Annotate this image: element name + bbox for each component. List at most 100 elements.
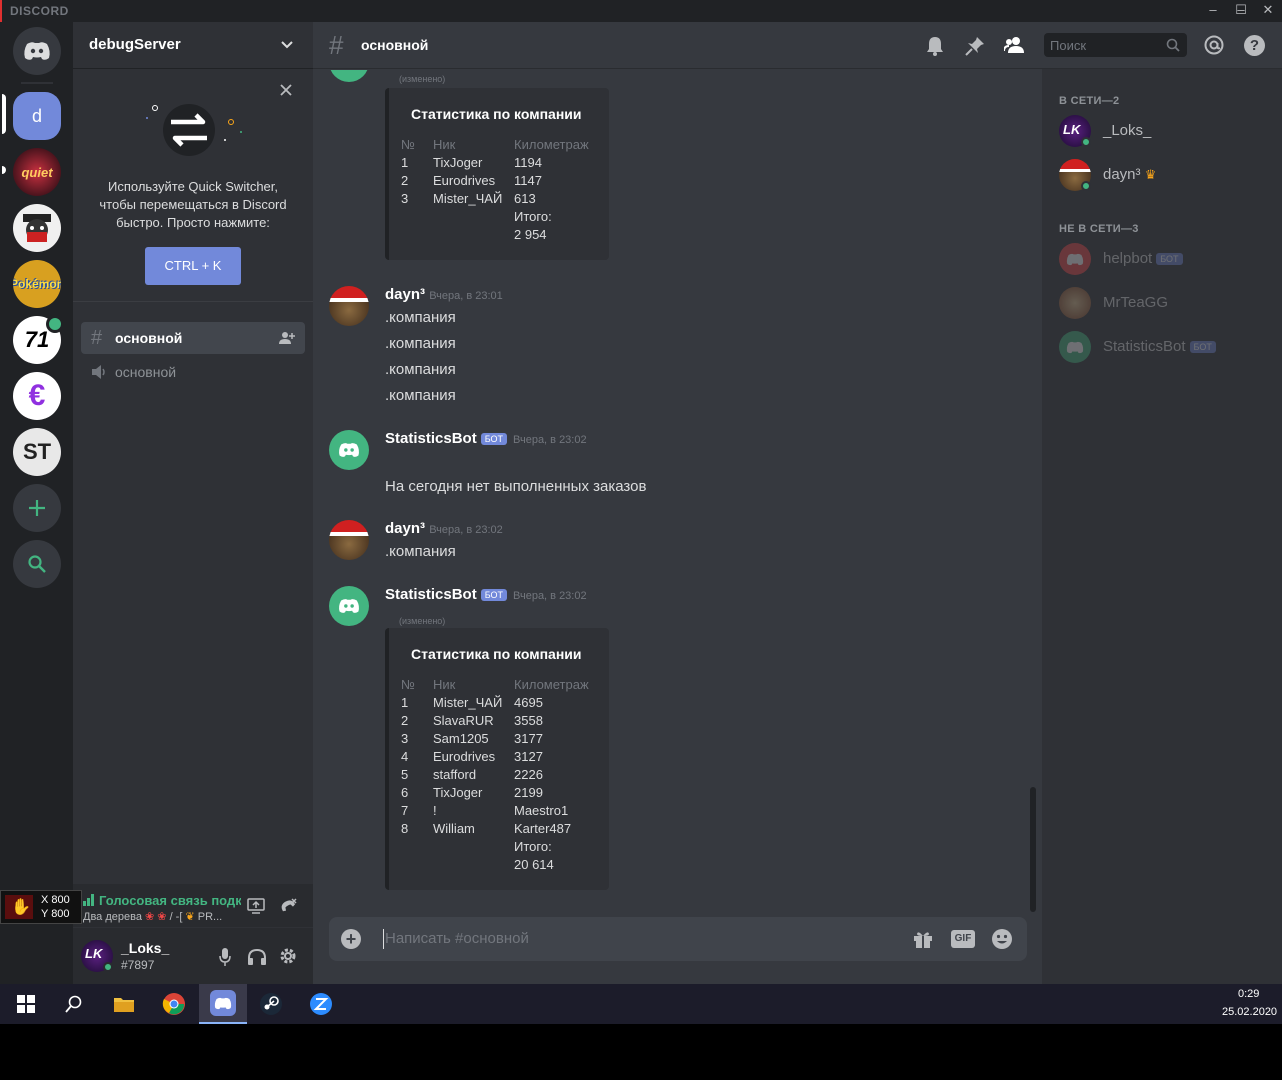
taskbar-search-button[interactable]	[50, 984, 98, 1024]
channel-voice-osnovnoy[interactable]: основной	[81, 356, 305, 388]
folder-icon	[114, 998, 134, 1012]
chrome-button[interactable]	[150, 984, 198, 1024]
message-author[interactable]: StatisticsBot БОТ Вчера, в 23:02	[385, 586, 587, 603]
channel-header: # основной Поиск ?	[313, 22, 1282, 69]
search-icon	[1166, 38, 1180, 52]
voice-channel-detail: Два дерева ❀ ❀ / -[ ❦ PR...	[83, 911, 223, 923]
member-name: _Loks_	[1103, 122, 1152, 139]
bot-avatar[interactable]	[329, 70, 369, 82]
message-text: .компания	[385, 361, 456, 378]
help-icon[interactable]: ?	[1244, 35, 1265, 56]
zoom-app-button[interactable]	[297, 984, 345, 1024]
discord-taskbar-button[interactable]	[199, 984, 247, 1024]
guild-debugserver[interactable]: d	[13, 92, 61, 140]
maximize-button[interactable]: ☐	[1227, 0, 1255, 22]
search-input[interactable]: Поиск	[1044, 33, 1187, 57]
gift-icon[interactable]	[913, 929, 933, 949]
message-list: (изменено) Статистика по компании № 1 2 …	[313, 70, 1042, 910]
pin-icon[interactable]	[965, 36, 985, 56]
unread-pill	[2, 166, 6, 174]
overlay-x: X 800	[41, 894, 70, 906]
active-guild-pill	[2, 94, 6, 134]
mentions-icon[interactable]	[1204, 35, 1224, 55]
channel-label: основной	[115, 364, 177, 380]
voice-activity-icon	[46, 315, 64, 333]
add-server-button[interactable]	[13, 484, 61, 532]
file-explorer-button[interactable]	[100, 984, 148, 1024]
channel-text-osnovnoy[interactable]: # основной	[81, 322, 305, 354]
member-name: StatisticsBot БОТ	[1103, 338, 1216, 355]
server-header[interactable]: debugServer	[73, 22, 313, 69]
add-member-icon[interactable]	[279, 331, 295, 345]
close-icon[interactable]	[280, 84, 292, 96]
disconnect-icon[interactable]	[279, 898, 297, 914]
member-item[interactable]: LK _Loks_	[1059, 113, 1279, 149]
quick-switcher-panel: Используйте Quick Switcher, чтобы переме…	[73, 70, 313, 302]
headphones-icon[interactable]	[247, 948, 267, 966]
avatar[interactable]	[329, 520, 369, 560]
member-item[interactable]: MrTeaGG	[1059, 285, 1279, 321]
timestamp: Вчера, в 23:01	[429, 290, 503, 302]
member-item[interactable]: helpbot БОТ	[1059, 241, 1279, 277]
online-status-icon	[1081, 181, 1091, 191]
avatar[interactable]	[329, 430, 369, 470]
online-status-icon	[1081, 137, 1091, 147]
offline-header: НЕ В СЕТИ—3	[1059, 223, 1139, 235]
avatar	[1059, 243, 1091, 275]
guild-st[interactable]: ST	[13, 428, 61, 476]
member-name: dayn³ ♛	[1103, 166, 1157, 183]
avatar[interactable]	[329, 286, 369, 326]
clock-time[interactable]: 0:29	[1238, 988, 1259, 1000]
minimize-button-2[interactable]: –	[1199, 0, 1227, 22]
message-text: .компания	[385, 543, 456, 560]
embed-title: Статистика по компании	[411, 106, 582, 122]
quick-switcher-illustration-icon	[146, 104, 242, 156]
emoji-icon[interactable]	[991, 928, 1013, 950]
member-item[interactable]: dayn³ ♛	[1059, 157, 1279, 193]
member-name: MrTeaGG	[1103, 294, 1169, 311]
plus-icon	[29, 500, 45, 516]
quick-switcher-text: Используйте Quick Switcher, чтобы переме…	[99, 179, 287, 230]
embed-col-nick: Ник TixJoger Eurodrives Mister_ЧАЙ	[433, 137, 503, 206]
guild-bandit[interactable]	[13, 204, 61, 252]
guild-quiet[interactable]: quiet	[13, 148, 61, 196]
discord-logo-icon	[339, 599, 359, 613]
close-window-button[interactable]: ✕	[1254, 0, 1282, 22]
stats-embed: Статистика по компании № 1 2 3 4 5 6 7 8…	[385, 628, 609, 890]
home-button[interactable]	[13, 27, 61, 75]
message: dayn³ Вчера, в 23:02 .компания	[329, 520, 1019, 570]
hashtag-icon: #	[329, 30, 344, 60]
start-button[interactable]	[2, 984, 50, 1024]
upload-plus-icon[interactable]: +	[341, 929, 361, 949]
bell-icon[interactable]	[926, 36, 944, 56]
member-name: helpbot БОТ	[1103, 250, 1183, 267]
guild-euro[interactable]: €	[13, 372, 61, 420]
steam-button[interactable]	[247, 984, 295, 1024]
microphone-icon[interactable]	[219, 948, 231, 966]
guild-pokemon[interactable]: Pokémon	[13, 260, 61, 308]
avatar[interactable]	[329, 586, 369, 626]
member-list-icon[interactable]	[1004, 36, 1026, 54]
message-author[interactable]: dayn³ Вчера, в 23:02	[385, 520, 503, 537]
settings-gear-icon[interactable]	[279, 947, 297, 965]
bot-badge: БОТ	[1189, 341, 1216, 354]
app-icon	[310, 993, 332, 1015]
message-input[interactable]: Написать #основной	[381, 917, 881, 961]
bot-badge: БОТ	[480, 433, 507, 446]
discord-logo-icon	[24, 42, 50, 60]
member-item[interactable]: StatisticsBot БОТ	[1059, 329, 1279, 365]
channel-sidebar: debugServer Используйте Quick Switcher, …	[73, 22, 313, 984]
message-author[interactable]: dayn³ Вчера, в 23:01	[385, 286, 503, 303]
screen-share-icon[interactable]	[247, 898, 265, 914]
embed-col-km: Километраж 1194 1147 613 Итого: 2 954	[514, 137, 589, 242]
explore-servers-button[interactable]	[13, 540, 61, 588]
online-header: В СЕТИ—2	[1059, 95, 1120, 107]
message: dayn³ Вчера, в 23:01 .компания .компания…	[329, 286, 1019, 406]
chat-area: # основной Поиск ? (изменено) Статистика…	[313, 22, 1282, 984]
ctrl-k-button[interactable]: CTRL + K	[145, 247, 241, 285]
window-accent	[0, 0, 2, 22]
scrollbar[interactable]	[1030, 787, 1036, 912]
message-author[interactable]: StatisticsBot БОТ Вчера, в 23:02	[385, 430, 587, 447]
gif-button[interactable]: GIF	[951, 930, 975, 948]
clock-date[interactable]: 25.02.2020	[1222, 1006, 1277, 1018]
